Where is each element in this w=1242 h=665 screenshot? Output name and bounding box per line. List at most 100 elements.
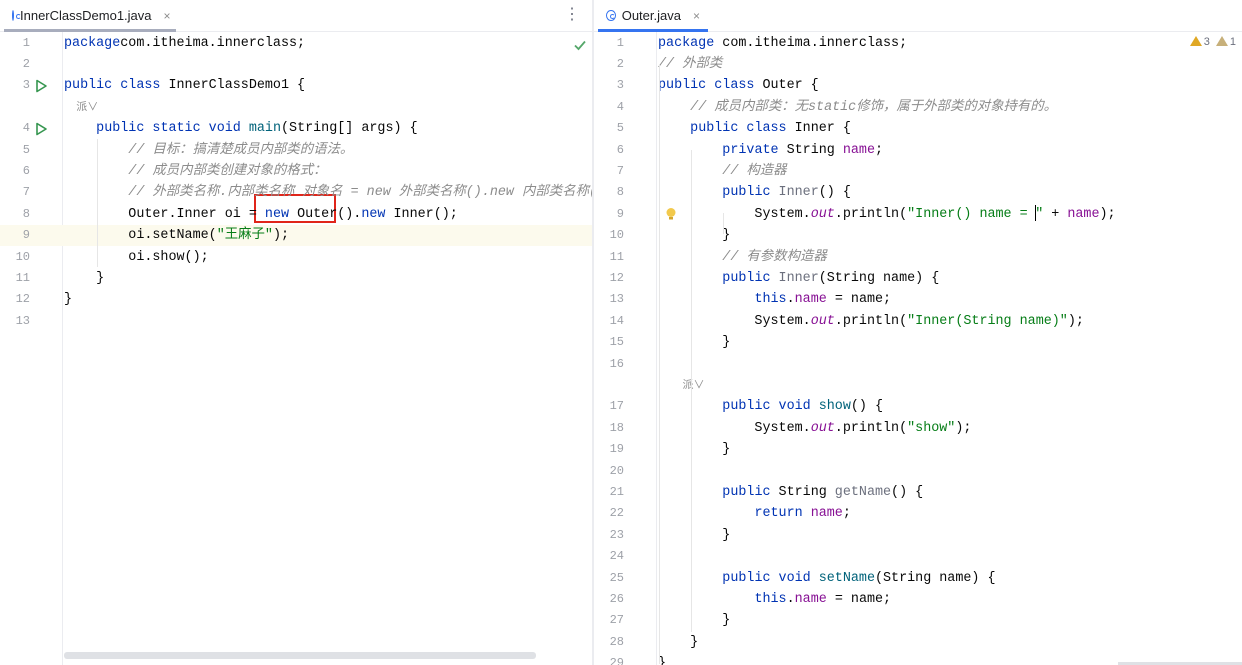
line-number[interactable]: 18 bbox=[594, 418, 624, 439]
run-icon[interactable] bbox=[34, 122, 48, 136]
line-number[interactable]: 2 bbox=[594, 54, 624, 75]
more-vertical-icon[interactable]: ⋮ bbox=[564, 5, 580, 25]
code-text[interactable]: // 外部类 bbox=[658, 54, 722, 75]
line-number[interactable]: 25 bbox=[594, 568, 624, 589]
code-line[interactable]: 1 packagecom.itheima.innerclass; bbox=[0, 33, 592, 54]
line-number[interactable]: 13 bbox=[594, 289, 624, 310]
left-code-editor[interactable]: 1 packagecom.itheima.innerclass; 2 3 public … bbox=[0, 32, 592, 665]
inlay-hint-row[interactable]: 派∨ bbox=[0, 97, 592, 118]
line-number[interactable]: 1 bbox=[0, 33, 30, 54]
line-number[interactable]: 10 bbox=[594, 225, 624, 246]
code-text[interactable]: } bbox=[658, 525, 730, 546]
code-text[interactable]: // 成员内部类：无static修饰，属于外部类的对象持有的。 bbox=[658, 97, 1057, 118]
code-line[interactable]: 3 public class InnerClassDemo1 { bbox=[0, 75, 592, 96]
code-text[interactable]: // 构造器 bbox=[658, 161, 786, 182]
code-line[interactable]: 28 } bbox=[594, 632, 1242, 653]
code-text[interactable]: } bbox=[658, 610, 730, 631]
code-text[interactable]: } bbox=[64, 268, 104, 289]
line-number[interactable]: 7 bbox=[594, 161, 624, 182]
code-text[interactable]: } bbox=[658, 439, 730, 460]
line-number[interactable]: 1 bbox=[594, 33, 624, 54]
tab-innerclassdemo1[interactable]: InnerClassDemo1.java × bbox=[4, 0, 176, 32]
code-line[interactable]: 3 public class Outer { bbox=[594, 75, 1242, 96]
line-number[interactable]: 29 bbox=[594, 653, 624, 665]
close-icon[interactable]: × bbox=[164, 9, 171, 23]
code-text[interactable]: } bbox=[64, 289, 72, 310]
lightbulb-icon[interactable] bbox=[665, 207, 677, 221]
code-line[interactable]: 5 // 目标：搞清楚成员内部类的语法。 bbox=[0, 140, 592, 161]
line-number[interactable]: 11 bbox=[594, 247, 624, 268]
code-line[interactable]: 2 // 外部类 bbox=[594, 54, 1242, 75]
line-number[interactable]: 22 bbox=[594, 503, 624, 524]
code-text[interactable]: return name; bbox=[658, 503, 850, 524]
code-text[interactable]: public Inner() { bbox=[658, 182, 851, 203]
line-number[interactable]: 4 bbox=[0, 118, 30, 139]
line-number[interactable]: 2 bbox=[0, 54, 30, 75]
code-text[interactable]: // 外部类名称.内部类名称 对象名 = new 外部类名称().new 内部类… bbox=[64, 182, 592, 203]
code-text[interactable]: public class Inner { bbox=[658, 118, 851, 139]
line-number[interactable]: 19 bbox=[594, 439, 624, 460]
code-line[interactable]: 4 // 成员内部类：无static修饰，属于外部类的对象持有的。 bbox=[594, 97, 1242, 118]
code-text[interactable]: } bbox=[658, 332, 730, 353]
line-number[interactable]: 7 bbox=[0, 182, 30, 203]
line-number[interactable]: 9 bbox=[594, 204, 624, 225]
code-line[interactable]: 1 package com.itheima.innerclass; bbox=[594, 33, 1242, 54]
code-text[interactable]: public void setName(String name) { bbox=[658, 568, 995, 589]
code-text[interactable]: this.name = name; bbox=[658, 289, 891, 310]
line-number[interactable]: 9 bbox=[0, 225, 30, 246]
code-text[interactable]: oi.show(); bbox=[64, 247, 208, 268]
code-text[interactable]: packagecom.itheima.innerclass; bbox=[64, 33, 305, 54]
line-number[interactable]: 6 bbox=[0, 161, 30, 182]
code-line[interactable]: 13 bbox=[0, 311, 592, 332]
code-text[interactable]: } bbox=[658, 632, 698, 653]
code-line[interactable]: 10 oi.show(); bbox=[0, 247, 592, 268]
line-number[interactable]: 4 bbox=[594, 97, 624, 118]
line-number[interactable]: 8 bbox=[594, 182, 624, 203]
code-text[interactable]: 派∨ bbox=[658, 375, 704, 396]
line-number[interactable]: 13 bbox=[0, 311, 30, 332]
code-text[interactable]: package com.itheima.innerclass; bbox=[658, 33, 907, 54]
code-line[interactable]: 11 } bbox=[0, 268, 592, 289]
line-number[interactable]: 16 bbox=[594, 354, 624, 375]
code-text[interactable]: System.out.println("show"); bbox=[658, 418, 971, 439]
code-line[interactable]: 8 Outer.Inner oi = new Outer().new Inner… bbox=[0, 204, 592, 225]
code-line[interactable]: 6 // 成员内部类创建对象的格式： bbox=[0, 161, 592, 182]
line-number[interactable]: 12 bbox=[594, 268, 624, 289]
line-number[interactable]: 11 bbox=[0, 268, 30, 289]
code-text[interactable]: // 有参数构造器 bbox=[658, 247, 826, 268]
code-line[interactable]: 12} bbox=[0, 289, 592, 310]
code-text[interactable]: 派∨ bbox=[64, 97, 98, 118]
code-line[interactable]: 7 // 外部类名称.内部类名称 对象名 = new 外部类名称().new 内… bbox=[0, 182, 592, 203]
line-number[interactable]: 24 bbox=[594, 546, 624, 567]
line-number[interactable]: 20 bbox=[594, 461, 624, 482]
line-number[interactable]: 26 bbox=[594, 589, 624, 610]
line-number[interactable]: 23 bbox=[594, 525, 624, 546]
line-number[interactable]: 3 bbox=[594, 75, 624, 96]
line-number[interactable]: 28 bbox=[594, 632, 624, 653]
code-text[interactable]: System.out.println("Inner(String name)")… bbox=[658, 311, 1084, 332]
line-number[interactable]: 8 bbox=[0, 204, 30, 225]
line-number[interactable]: 12 bbox=[0, 289, 30, 310]
run-icon[interactable] bbox=[34, 79, 48, 93]
code-text[interactable]: public static void main(String[] args) { bbox=[64, 118, 417, 139]
line-number[interactable]: 5 bbox=[594, 118, 624, 139]
code-text[interactable]: } bbox=[658, 225, 730, 246]
code-text[interactable]: System.out.println("Inner() name = " + n… bbox=[658, 204, 1116, 225]
code-text[interactable]: public class Outer { bbox=[658, 75, 819, 96]
line-number[interactable]: 3 bbox=[0, 75, 30, 96]
line-number[interactable]: 6 bbox=[594, 140, 624, 161]
code-text[interactable]: Outer.Inner oi = new Outer().new Inner()… bbox=[64, 204, 458, 225]
code-line[interactable]: 2 bbox=[0, 54, 592, 75]
line-number[interactable]: 15 bbox=[594, 332, 624, 353]
code-text[interactable]: // 成员内部类创建对象的格式： bbox=[64, 161, 326, 182]
code-text[interactable]: // 目标：搞清楚成员内部类的语法。 bbox=[64, 140, 353, 161]
code-line[interactable]: 4 public static void main(String[] args)… bbox=[0, 118, 592, 139]
code-text[interactable]: public class InnerClassDemo1 { bbox=[64, 75, 305, 96]
code-text[interactable]: public String getName() { bbox=[658, 482, 923, 503]
horizontal-scrollbar[interactable] bbox=[64, 652, 536, 659]
line-number[interactable]: 27 bbox=[594, 610, 624, 631]
line-number[interactable]: 17 bbox=[594, 396, 624, 417]
code-line[interactable]: 5 public class Inner { bbox=[594, 118, 1242, 139]
code-text[interactable]: this.name = name; bbox=[658, 589, 891, 610]
code-line[interactable]: 9 oi.setName("王麻子"); bbox=[0, 225, 592, 247]
